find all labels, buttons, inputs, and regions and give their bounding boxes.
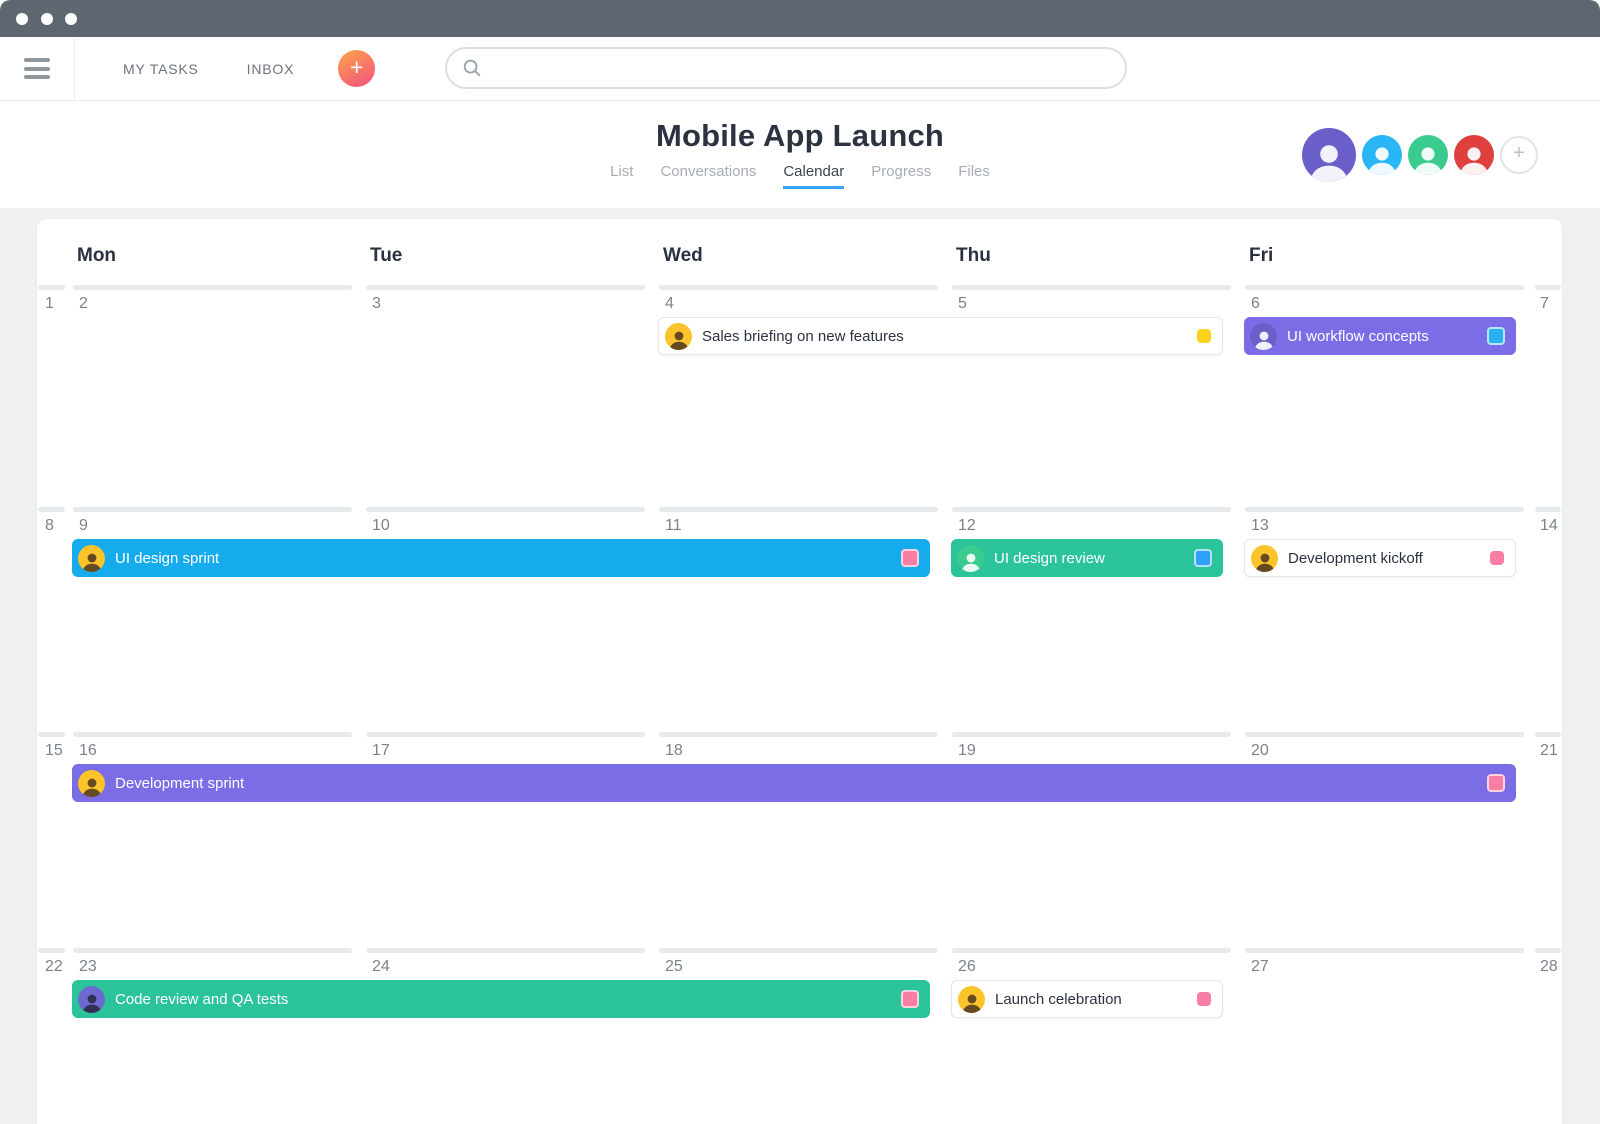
date-number[interactable]: 14	[1540, 517, 1558, 535]
event-title: Code review and QA tests	[115, 990, 289, 1008]
avatar[interactable]	[1408, 134, 1448, 175]
calendar-event[interactable]: Launch celebration	[951, 980, 1223, 1018]
project-members: +	[1302, 127, 1538, 182]
assignee-avatar	[957, 544, 984, 572]
assignee-avatar	[1251, 544, 1278, 572]
calendar-card: Mon Tue Wed Thu Fri 1 2 3 4 5 6 7 Sales …	[37, 219, 1562, 1124]
date-number[interactable]: 21	[1540, 742, 1558, 760]
tab-conversations[interactable]: Conversations	[660, 163, 756, 189]
event-title: UI design review	[994, 549, 1105, 567]
calendar-event[interactable]: Development sprint	[72, 764, 1516, 802]
calendar-week-row: 15 16 17 18 19 20 21 Development sprint	[37, 728, 1562, 944]
event-title: Sales briefing on new features	[702, 327, 904, 345]
tab-calendar[interactable]: Calendar	[783, 163, 845, 189]
calendar-week-row: 22 23 24 25 26 27 28 Code review and QA …	[37, 944, 1562, 1124]
day-header: Mon	[77, 245, 117, 266]
date-number[interactable]: 19	[958, 742, 976, 760]
date-number[interactable]: 1	[45, 295, 54, 313]
date-number[interactable]: 8	[45, 517, 54, 535]
date-number[interactable]: 11	[665, 517, 682, 535]
calendar-event[interactable]: UI design review	[951, 539, 1223, 577]
calendar-event[interactable]: Development kickoff	[1244, 539, 1516, 577]
calendar-board: Mon Tue Wed Thu Fri 1 2 3 4 5 6 7 Sales …	[0, 208, 1600, 1124]
project-header: Mobile App Launch List Conversations Cal…	[0, 101, 1600, 208]
date-number[interactable]: 18	[665, 742, 683, 760]
date-number[interactable]: 15	[45, 742, 63, 760]
sidebar-toggle-button[interactable]	[0, 37, 75, 100]
day-header: Thu	[956, 245, 991, 266]
assignee-avatar	[1250, 322, 1277, 350]
event-title: UI workflow concepts	[1287, 327, 1429, 345]
tab-list[interactable]: List	[610, 163, 633, 189]
date-number[interactable]: 26	[958, 958, 976, 976]
day-header: Wed	[663, 245, 703, 266]
search-icon	[463, 59, 481, 77]
top-navbar: MY TASKS INBOX +	[0, 37, 1600, 101]
task-status-marker[interactable]	[1490, 551, 1504, 565]
date-number[interactable]: 27	[1251, 958, 1269, 976]
date-number[interactable]: 3	[372, 295, 381, 313]
day-header: Tue	[370, 245, 403, 266]
tab-progress[interactable]: Progress	[871, 163, 931, 189]
window-title-bar	[0, 0, 1600, 37]
nav-item-inbox[interactable]: INBOX	[247, 61, 295, 77]
date-number[interactable]: 7	[1540, 295, 1549, 313]
date-number[interactable]: 28	[1540, 958, 1558, 976]
search-input[interactable]	[491, 48, 1125, 88]
event-title: Development kickoff	[1288, 549, 1423, 567]
create-task-button[interactable]: +	[338, 50, 376, 87]
task-status-marker[interactable]	[1487, 327, 1505, 345]
date-number[interactable]: 9	[79, 517, 88, 535]
calendar-event[interactable]: UI workflow concepts	[1244, 317, 1516, 355]
task-status-marker[interactable]	[1194, 549, 1212, 567]
add-member-button[interactable]: +	[1500, 135, 1538, 174]
assignee-avatar	[78, 985, 105, 1013]
date-number[interactable]: 16	[79, 742, 97, 760]
hamburger-icon	[24, 54, 50, 84]
task-status-marker[interactable]	[901, 549, 919, 567]
event-title: Development sprint	[115, 774, 245, 792]
date-number[interactable]: 25	[665, 958, 683, 976]
avatar[interactable]	[1302, 127, 1356, 182]
date-number[interactable]: 2	[79, 295, 88, 313]
date-number[interactable]: 13	[1251, 517, 1269, 535]
tab-files[interactable]: Files	[958, 163, 990, 189]
calendar-week-row: 1 2 3 4 5 6 7 Sales briefing on new feat…	[37, 281, 1562, 503]
date-number[interactable]: 20	[1251, 742, 1269, 760]
date-number[interactable]: 23	[79, 958, 97, 976]
search-bar[interactable]	[445, 47, 1127, 89]
date-number[interactable]: 4	[665, 295, 674, 313]
avatar[interactable]	[1362, 134, 1402, 175]
task-status-marker[interactable]	[901, 990, 919, 1008]
date-number[interactable]: 22	[45, 958, 63, 976]
day-header-row: Mon Tue Wed Thu Fri	[37, 219, 1562, 281]
assignee-avatar	[665, 322, 692, 350]
date-number[interactable]: 17	[372, 742, 390, 760]
day-header: Fri	[1249, 245, 1274, 266]
window-close-icon[interactable]	[16, 13, 28, 25]
date-number[interactable]: 10	[372, 517, 390, 535]
event-title: Launch celebration	[995, 990, 1122, 1008]
date-number[interactable]: 12	[958, 517, 976, 535]
nav-item-my-tasks[interactable]: MY TASKS	[123, 61, 199, 77]
task-status-marker[interactable]	[1487, 774, 1505, 792]
calendar-event[interactable]: UI design sprint	[72, 539, 930, 577]
task-status-marker[interactable]	[1197, 329, 1211, 343]
window-minimize-icon[interactable]	[41, 13, 53, 25]
assignee-avatar	[78, 544, 105, 572]
assignee-avatar	[78, 769, 105, 797]
window-maximize-icon[interactable]	[65, 13, 77, 25]
calendar-event[interactable]: Sales briefing on new features	[658, 317, 1223, 355]
date-number[interactable]: 24	[372, 958, 390, 976]
calendar-event[interactable]: Code review and QA tests	[72, 980, 930, 1018]
date-number[interactable]: 5	[958, 295, 967, 313]
assignee-avatar	[958, 985, 985, 1013]
event-title: UI design sprint	[115, 549, 220, 567]
avatar[interactable]	[1454, 134, 1494, 175]
date-number[interactable]: 6	[1251, 295, 1260, 313]
app-window: MY TASKS INBOX + Mobile App Launch List …	[0, 0, 1600, 1124]
calendar-week-row: 8 9 10 11 12 13 14 UI design sprint UI d…	[37, 503, 1562, 728]
task-status-marker[interactable]	[1197, 992, 1211, 1006]
